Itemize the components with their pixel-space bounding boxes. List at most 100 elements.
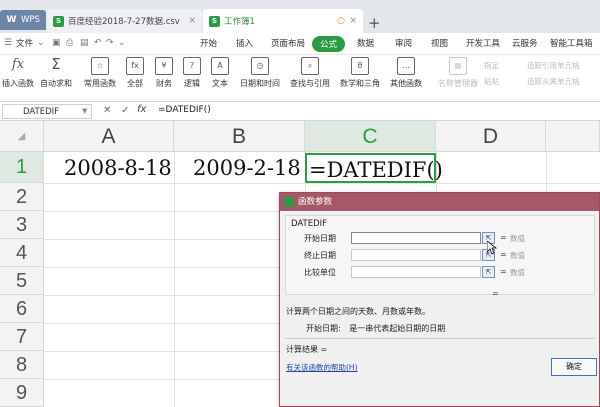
formula-bar: DATEDIF ▼ ✕ ✓ fx =DATEDIF() [0,102,600,121]
hamburger-icon[interactable]: ☰ [4,38,12,48]
trace-precedents-button[interactable]: 追踪引用单元格 [527,60,580,71]
argument-help-text: 是一串代表起始日期的日期 [349,324,446,333]
financial-button[interactable]: ¥ 财务 [155,57,173,89]
arg-equals: = [500,250,507,259]
row-header-8[interactable]: 8 [0,351,44,379]
clock-icon: ◷ [251,57,269,75]
column-header-d[interactable]: D [436,121,546,152]
divider [284,338,595,339]
menu-developer[interactable]: 开发工具 [466,37,500,49]
arg-hint-end-date: 数值 [510,251,525,260]
menu-data[interactable]: 数据 [357,37,374,49]
row-header-6[interactable]: 6 [0,295,44,323]
preview-icon[interactable]: ▤ [80,38,89,48]
formula-input[interactable]: =DATEDIF() [158,105,211,115]
new-tab-button[interactable]: + [368,11,382,35]
all-functions-button[interactable]: fx 全部 [126,57,144,89]
row-header-5[interactable]: 5 [0,267,44,295]
cell-c1-active[interactable]: =DATEDIF() [305,153,443,183]
tab-wps-home[interactable]: W WPS [0,10,46,30]
argument-help-label: 开始日期: [306,324,341,333]
insert-function-button[interactable]: fx 插入函数 [2,57,34,89]
function-library-icon: fx [126,57,144,75]
cell-b1[interactable]: 2009-2-18 [193,153,301,183]
print-icon[interactable]: ⎙ [66,38,73,48]
dialog-title-bar[interactable]: 函数参数 [280,193,599,211]
row-header-9[interactable]: 9 [0,379,44,407]
cancel-icon[interactable]: ✕ [103,105,111,116]
menu-cloud[interactable]: 云服务 [512,37,538,49]
chevron-down-icon[interactable]: ⌄ [118,38,126,48]
undo-icon[interactable]: ↶ [94,38,102,48]
column-header-c[interactable]: C [305,121,436,152]
math-trig-button[interactable]: θ 数学和三角 [340,57,380,89]
menu-bar: ☰ 文件 ⌄ ▣ ⎙ ▤ ↶ ↷ ⌄ 开始 插入 页面布局 公式 数据 审阅 视… [0,33,600,55]
menu-review[interactable]: 审阅 [395,37,412,49]
tab-workbook[interactable]: S 工作簿1 ○ × [203,9,363,33]
tab-bar: W WPS S 百度经验2018-7-27数据.csv × S 工作簿1 ○ ×… [0,0,600,33]
cell-a1[interactable]: 2008-8-18 [64,153,172,183]
redo-icon[interactable]: ↷ [106,38,114,48]
menu-insert[interactable]: 插入 [236,37,253,49]
row-header-4[interactable]: 4 [0,239,44,267]
column-header-b[interactable]: B [174,121,305,152]
tab-label: 工作簿1 [224,17,255,27]
function-arguments-dialog: 函数参数 DATEDIF 开始日期 ⇱ = 数值 终止日期 ⇱ = 数值 比较单… [279,192,600,407]
chevron-down-icon[interactable]: ▼ [82,107,87,115]
arg-input-unit[interactable] [351,266,481,278]
menu-formula[interactable]: 公式 [312,36,346,52]
autosum-button[interactable]: Σ 自动求和 [40,57,72,89]
arg-input-start-date[interactable] [351,232,481,244]
fx-icon[interactable]: fx [137,104,146,115]
arg-equals: = [500,267,507,276]
lookup-reference-button[interactable]: ⌕ 查找与引用 [290,57,330,89]
menu-view[interactable]: 视图 [431,37,448,49]
menu-file[interactable]: 文件 [16,37,33,49]
more-functions-button[interactable]: … 其他函数 [390,57,422,89]
text-button[interactable]: A 文本 [211,57,229,89]
select-all-corner[interactable]: ◢ [0,121,44,152]
spreadsheet-icon: S [209,15,220,27]
calculation-result: 计算结果 = [286,345,328,354]
wps-logo-icon: W [6,14,17,25]
menu-smart-tools[interactable]: 智能工具箱 [550,37,593,49]
row-header-3[interactable]: 3 [0,211,44,239]
column-header-a[interactable]: A [44,121,174,152]
unsaved-dot-icon[interactable]: ○ [337,16,345,26]
function-help-link[interactable]: 有关该函数的帮助(H) [286,362,358,373]
wps-spreadsheet-icon [284,197,294,207]
theta-icon: θ [351,57,369,75]
row-header-7[interactable]: 7 [0,323,44,351]
logical-button[interactable]: ? 逻辑 [183,57,201,89]
name-box[interactable]: DATEDIF [2,104,92,119]
name-manager-button[interactable]: ▦ 名称管理器 [438,57,478,89]
define-name-button[interactable]: 指定 [484,60,499,71]
text-a-icon: A [211,57,229,75]
common-functions-button[interactable]: ☆ 常用函数 [84,57,116,89]
more-icon: … [397,57,415,75]
search-icon: ⌕ [301,57,319,75]
date-time-button[interactable]: ◷ 日期和时间 [240,57,280,89]
close-icon[interactable]: × [188,16,196,26]
trace-dependents-button[interactable]: 追踪从属单元格 [527,76,580,87]
chevron-down-icon[interactable]: ⌄ [37,38,45,48]
paste-name-button[interactable]: 粘贴 [484,76,499,87]
range-select-icon[interactable]: ⇱ [482,266,495,278]
row-header-2[interactable]: 2 [0,183,44,211]
save-icon[interactable]: ▣ [52,38,61,48]
menu-home[interactable]: 开始 [200,37,217,49]
tab-csv-file[interactable]: S 百度经验2018-7-27数据.csv × [47,9,202,33]
close-icon[interactable]: × [349,16,357,26]
sigma-icon: Σ [51,55,61,73]
arg-label-end-date: 终止日期 [304,251,336,260]
function-description: 计算两个日期之间的天数、月数或年数。 [286,307,430,316]
check-icon[interactable]: ✓ [121,105,129,116]
column-header-e[interactable] [546,121,600,152]
menu-page-layout[interactable]: 页面布局 [271,37,305,49]
ok-button[interactable]: 确定 [551,358,597,376]
row-header-1[interactable]: 1 [0,152,44,183]
tab-label: 百度经验2018-7-27数据.csv [68,17,180,27]
arg-label-start-date: 开始日期 [304,234,336,243]
arguments-group: DATEDIF 开始日期 ⇱ = 数值 终止日期 ⇱ = 数值 比较单位 ⇱ =… [285,215,595,295]
arg-input-end-date[interactable] [351,249,481,261]
